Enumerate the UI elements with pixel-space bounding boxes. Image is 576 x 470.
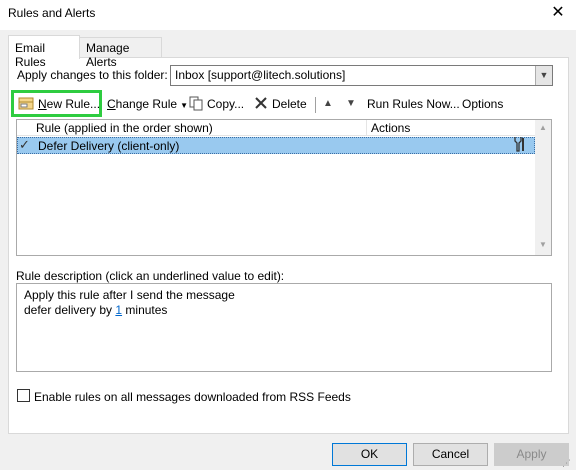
options-button[interactable]: Options <box>462 97 503 111</box>
window-title: Rules and Alerts <box>8 6 96 20</box>
resize-grip-icon[interactable]: ⋰ <box>562 458 571 469</box>
copy-button[interactable]: Copy... <box>207 97 244 111</box>
tools-icon <box>512 136 526 155</box>
desc-prefix: defer delivery by <box>24 303 116 317</box>
folder-select[interactable]: Inbox [support@litech.solutions] <box>170 65 553 86</box>
ok-button[interactable]: OK <box>332 443 407 466</box>
rss-rules-checkbox[interactable] <box>17 389 30 402</box>
tab-email-rules[interactable]: Email Rules <box>8 35 80 69</box>
column-header-actions[interactable]: Actions <box>371 121 410 135</box>
rules-list-scrollbar[interactable]: ▲ ▼ <box>535 120 551 255</box>
rule-description-line-1: Apply this rule after I send the message <box>24 288 235 302</box>
copy-icon[interactable] <box>189 96 204 114</box>
run-rules-now-button[interactable]: Run Rules Now... <box>367 97 460 111</box>
close-icon[interactable]: ✕ <box>548 3 568 23</box>
rule-description-line-2: defer delivery by 1 minutes <box>24 303 167 317</box>
change-rule-button[interactable]: Change Rule ▼ <box>107 97 188 111</box>
rule-enabled-checkbox[interactable]: ✓ <box>19 138 33 152</box>
new-rule-icon[interactable] <box>18 95 36 116</box>
folder-label: Apply changes to this folder: <box>17 68 168 82</box>
move-up-icon[interactable]: ▲ <box>323 98 333 109</box>
rss-rules-label[interactable]: Enable rules on all messages downloaded … <box>34 390 351 404</box>
tab-manage-alerts[interactable]: Manage Alerts <box>79 37 162 69</box>
scroll-up-icon[interactable]: ▲ <box>535 123 551 132</box>
dropdown-arrow-icon: ▼ <box>180 101 188 110</box>
new-rule-button[interactable]: New Rule... <box>38 97 100 111</box>
move-down-icon[interactable]: ▼ <box>346 98 356 109</box>
rule-name: Defer Delivery (client-only) <box>38 139 180 153</box>
column-header-rule[interactable]: Rule (applied in the order shown) <box>36 121 213 135</box>
delete-button[interactable]: Delete <box>272 97 307 111</box>
desc-suffix: minutes <box>122 303 168 317</box>
delete-icon[interactable] <box>253 95 269 114</box>
rule-description-label: Rule description (click an underlined va… <box>16 269 285 283</box>
scroll-down-icon[interactable]: ▼ <box>535 240 551 249</box>
column-divider <box>366 120 367 136</box>
toolbar-separator <box>315 97 316 113</box>
chevron-down-icon[interactable]: ▼ <box>535 66 552 85</box>
change-rule-label: Change Rule <box>107 97 178 111</box>
new-rule-label: ew Rule... <box>46 97 101 111</box>
apply-button[interactable]: Apply <box>494 443 569 466</box>
cancel-button[interactable]: Cancel <box>413 443 488 466</box>
